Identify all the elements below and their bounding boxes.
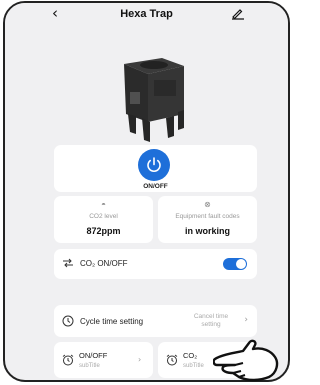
fault-code-label: Equipment fault codes xyxy=(175,213,240,220)
fault-code-icon: ⊗ xyxy=(204,200,211,209)
clock-icon xyxy=(62,315,74,327)
schedule-onoff-card[interactable]: ON/OFF subTitle › xyxy=(54,342,153,378)
phone-frame: ‹ Hexa Trap ON/OFF ◓ CO2 level 872ppm ⊗ … xyxy=(3,1,290,382)
schedule-co2-title: CO₂ xyxy=(183,351,198,360)
page-title: Hexa Trap xyxy=(120,8,173,20)
pointing-hand-icon xyxy=(213,339,279,382)
co2-switch-label: CO₂ ON/OFF xyxy=(80,259,128,268)
co2-switch-row: CO₂ ON/OFF xyxy=(54,249,257,279)
cycle-time-label: Cycle time setting xyxy=(80,317,144,326)
schedule-onoff-title: ON/OFF xyxy=(79,351,108,360)
power-card: ON/OFF xyxy=(54,145,257,192)
alarm-clock-icon xyxy=(166,354,178,366)
co2-level-label: CO2 level xyxy=(89,213,118,220)
fault-code-card: ⊗ Equipment fault codes in working xyxy=(158,196,257,243)
device-image xyxy=(124,58,184,142)
power-button[interactable] xyxy=(138,149,170,181)
co2-switch-icon xyxy=(63,258,73,268)
power-label: ON/OFF xyxy=(143,183,168,190)
schedule-co2-subtitle: subTitle xyxy=(183,363,204,369)
toggle-knob xyxy=(236,259,246,269)
co2-level-value: 872ppm xyxy=(86,226,121,236)
co2-toggle[interactable] xyxy=(223,258,247,270)
edit-icon[interactable] xyxy=(231,6,245,20)
top-bar: ‹ Hexa Trap xyxy=(5,3,288,27)
fault-code-value: in working xyxy=(185,226,230,236)
alarm-clock-icon xyxy=(62,354,74,366)
schedule-onoff-subtitle: subTitle xyxy=(79,363,100,369)
cancel-time-setting[interactable]: Cancel time setting xyxy=(187,313,235,329)
power-icon xyxy=(147,157,161,172)
co2-level-card: ◓ CO2 level 872ppm xyxy=(54,196,153,243)
chevron-right-icon: › xyxy=(138,355,142,364)
chevron-right-icon: › xyxy=(244,315,248,325)
co2-level-icon: ◓ xyxy=(101,200,106,209)
